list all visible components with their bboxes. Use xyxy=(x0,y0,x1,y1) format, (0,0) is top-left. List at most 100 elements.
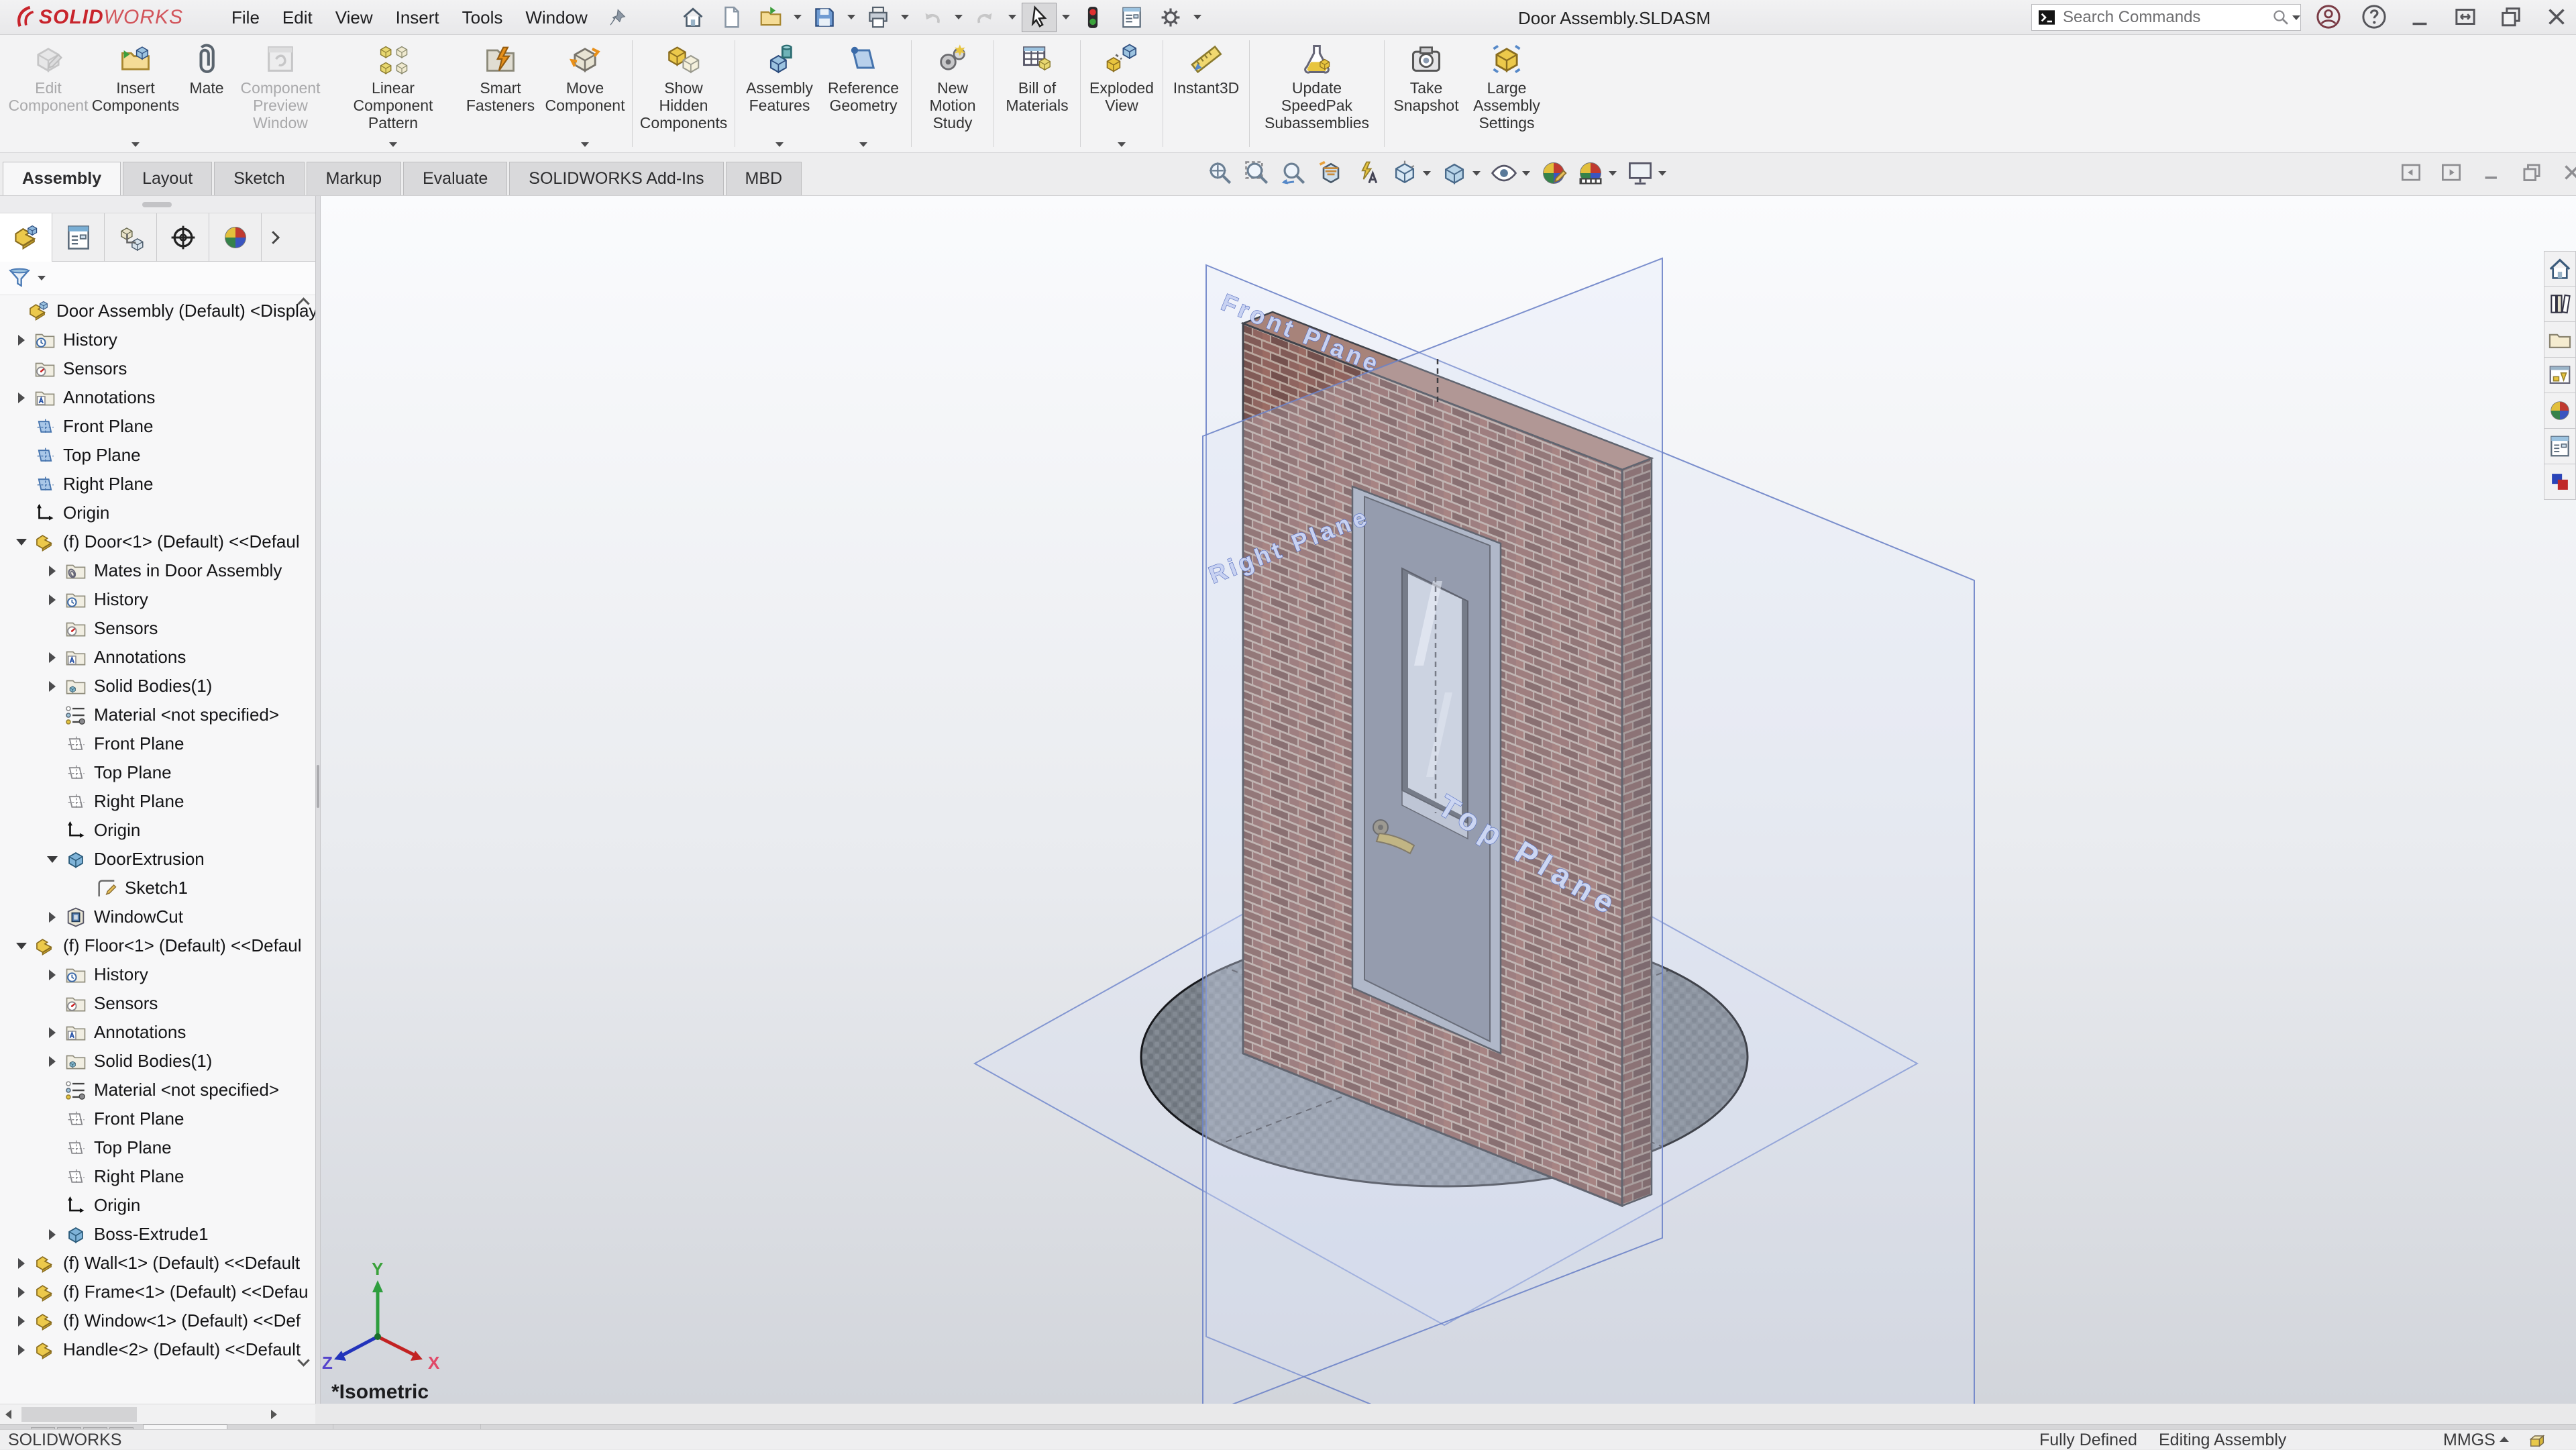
menu-insert[interactable]: Insert xyxy=(384,0,451,35)
hud-view-settings-caret[interactable] xyxy=(1658,171,1666,176)
ribbon-caret[interactable] xyxy=(131,142,140,147)
tree-item-top-plane[interactable]: Top Plane xyxy=(0,1133,315,1162)
tab-dimxpertmanager[interactable] xyxy=(157,213,209,262)
tree-item-sensors[interactable]: Sensors xyxy=(0,989,315,1018)
tree-item-origin[interactable]: Origin xyxy=(0,816,315,845)
save-caret[interactable] xyxy=(847,15,855,19)
hud-apply-scene-caret[interactable] xyxy=(1609,171,1617,176)
hud-view-orientation[interactable] xyxy=(1389,157,1434,189)
ribbon-caret[interactable] xyxy=(1118,142,1126,147)
tree-item-doorextrusion[interactable]: DoorExtrusion xyxy=(0,845,315,874)
tab-mbd[interactable]: MBD xyxy=(726,162,802,195)
collapse-icon[interactable] xyxy=(16,539,27,546)
select-cursor-icon[interactable] xyxy=(1022,3,1057,32)
ribbon-show-hidden-components[interactable]: Show Hidden Components xyxy=(637,35,731,152)
select-cursor-caret[interactable] xyxy=(1062,15,1070,19)
tree-item-material-not-specified[interactable]: Material <not specified> xyxy=(0,701,315,729)
tree-vertical-scrollbar[interactable] xyxy=(294,295,314,1369)
ribbon-caret[interactable] xyxy=(389,142,397,147)
status-units[interactable]: MMGS xyxy=(2443,1431,2496,1450)
menu-tools[interactable]: Tools xyxy=(451,0,515,35)
ribbon-smart-fasteners[interactable]: Smart Fasteners xyxy=(459,35,542,152)
tree-item-right-plane[interactable]: Right Plane xyxy=(0,470,315,499)
window-maximize-icon[interactable] xyxy=(2451,3,2479,31)
tree-item-history[interactable]: History xyxy=(0,960,315,989)
ribbon-caret[interactable] xyxy=(581,142,589,147)
hud-edit-appearance[interactable] xyxy=(1538,157,1570,189)
scroll-left-icon[interactable] xyxy=(5,1410,11,1419)
tree-item-top-plane[interactable]: Top Plane xyxy=(0,758,315,787)
home-icon[interactable] xyxy=(676,3,710,32)
pin-icon[interactable] xyxy=(607,7,627,28)
3d-scene[interactable]: Front Plane Right Plane Top Plane Y X Z … xyxy=(321,196,2576,1404)
save-icon[interactable] xyxy=(807,3,842,32)
taskpane-resources[interactable] xyxy=(2544,464,2576,500)
tab-markup[interactable]: Markup xyxy=(307,162,401,195)
hud-apply-scene[interactable] xyxy=(1574,157,1619,189)
scroll-down-icon[interactable] xyxy=(297,1354,309,1366)
tab-displaymanager[interactable] xyxy=(209,213,262,262)
open-icon[interactable] xyxy=(753,3,788,32)
tree-item-top-plane[interactable]: Top Plane xyxy=(0,441,315,470)
filter-caret[interactable] xyxy=(38,276,46,280)
scroll-right-icon[interactable] xyxy=(271,1410,277,1419)
tree-item-boss-extrude1[interactable]: Boss-Extrude1 xyxy=(0,1220,315,1249)
hud-display-style-caret[interactable] xyxy=(1472,171,1481,176)
ribbon-reference-geometry[interactable]: Reference Geometry xyxy=(820,35,907,152)
account-icon[interactable] xyxy=(2314,3,2343,31)
tree-item-f-floor-1-default-defaul[interactable]: (f) Floor<1> (Default) <<Defaul xyxy=(0,931,315,960)
tree-item-f-door-1-default-defaul[interactable]: (f) Door<1> (Default) <<Defaul xyxy=(0,527,315,556)
ribbon-take-snapshot[interactable]: Take Snapshot xyxy=(1389,35,1464,152)
taskpane-file-explorer[interactable] xyxy=(2544,322,2576,358)
tree-item-right-plane[interactable]: Right Plane xyxy=(0,1162,315,1191)
menu-edit[interactable]: Edit xyxy=(271,0,324,35)
hud-section-view[interactable] xyxy=(1315,157,1347,189)
undo-caret[interactable] xyxy=(955,15,963,19)
collapse-icon[interactable] xyxy=(47,856,58,863)
menu-file[interactable]: File xyxy=(220,0,271,35)
print-caret[interactable] xyxy=(901,15,909,19)
taskpane-custom-properties[interactable] xyxy=(2544,429,2576,464)
options-gear-caret[interactable] xyxy=(1193,15,1201,19)
collapse-icon[interactable] xyxy=(16,943,27,949)
tree-item-history[interactable]: History xyxy=(0,585,315,614)
expand-icon[interactable] xyxy=(49,681,56,692)
tab-assembly[interactable]: Assembly xyxy=(3,162,121,195)
search-input[interactable] xyxy=(2057,8,2271,27)
expand-icon[interactable] xyxy=(18,1287,25,1298)
units-caret-icon[interactable] xyxy=(2500,1437,2509,1442)
ribbon-new-motion-study[interactable]: New Motion Study xyxy=(916,35,989,152)
tree-item-f-window-1-default-def[interactable]: (f) Window<1> (Default) <<Def xyxy=(0,1306,315,1335)
ribbon-insert-components[interactable]: Insert Components xyxy=(91,35,180,152)
tab-configurationmanager[interactable] xyxy=(105,213,157,262)
expand-icon[interactable] xyxy=(49,1229,56,1240)
ribbon-mate[interactable]: Mate xyxy=(180,35,233,152)
tree-item-solid-bodies-1[interactable]: Solid Bodies(1) xyxy=(0,672,315,701)
tree-filter-row[interactable] xyxy=(0,262,315,295)
expand-icon[interactable] xyxy=(18,335,25,346)
expand-icon[interactable] xyxy=(49,652,56,663)
tree-item-front-plane[interactable]: Front Plane xyxy=(0,729,315,758)
tree-item-solid-bodies-1[interactable]: Solid Bodies(1) xyxy=(0,1047,315,1076)
taskpane-home[interactable] xyxy=(2544,251,2576,287)
rebuild-traffic-light-icon[interactable] xyxy=(1075,3,1110,32)
taskpane-design-library[interactable] xyxy=(2544,287,2576,322)
open-caret[interactable] xyxy=(794,15,802,19)
hud-view-orientation-caret[interactable] xyxy=(1423,171,1431,176)
window-close-icon[interactable] xyxy=(2542,3,2571,31)
taskpane-view-palette[interactable] xyxy=(2544,358,2576,393)
expand-icon[interactable] xyxy=(49,594,56,605)
tab-solidworks-add-ins[interactable]: SOLIDWORKS Add-Ins xyxy=(509,162,723,195)
previous-window-icon[interactable] xyxy=(2398,160,2424,185)
ribbon-caret[interactable] xyxy=(859,142,867,147)
ribbon-instant3d[interactable]: Instant3D xyxy=(1167,35,1245,152)
ribbon-assembly-features[interactable]: Assembly Features xyxy=(739,35,820,152)
hud-annotation-views[interactable] xyxy=(1352,157,1384,189)
doc-restore-icon[interactable] xyxy=(2519,160,2544,185)
expand-icon[interactable] xyxy=(18,393,25,403)
status-tag-icon[interactable] xyxy=(2528,1431,2546,1450)
tab-featuremanager[interactable] xyxy=(0,213,52,262)
tree-item-sensors[interactable]: Sensors xyxy=(0,614,315,643)
hud-hide-show-items-caret[interactable] xyxy=(1522,171,1530,176)
panel-tabs-expand-icon[interactable] xyxy=(262,213,288,261)
